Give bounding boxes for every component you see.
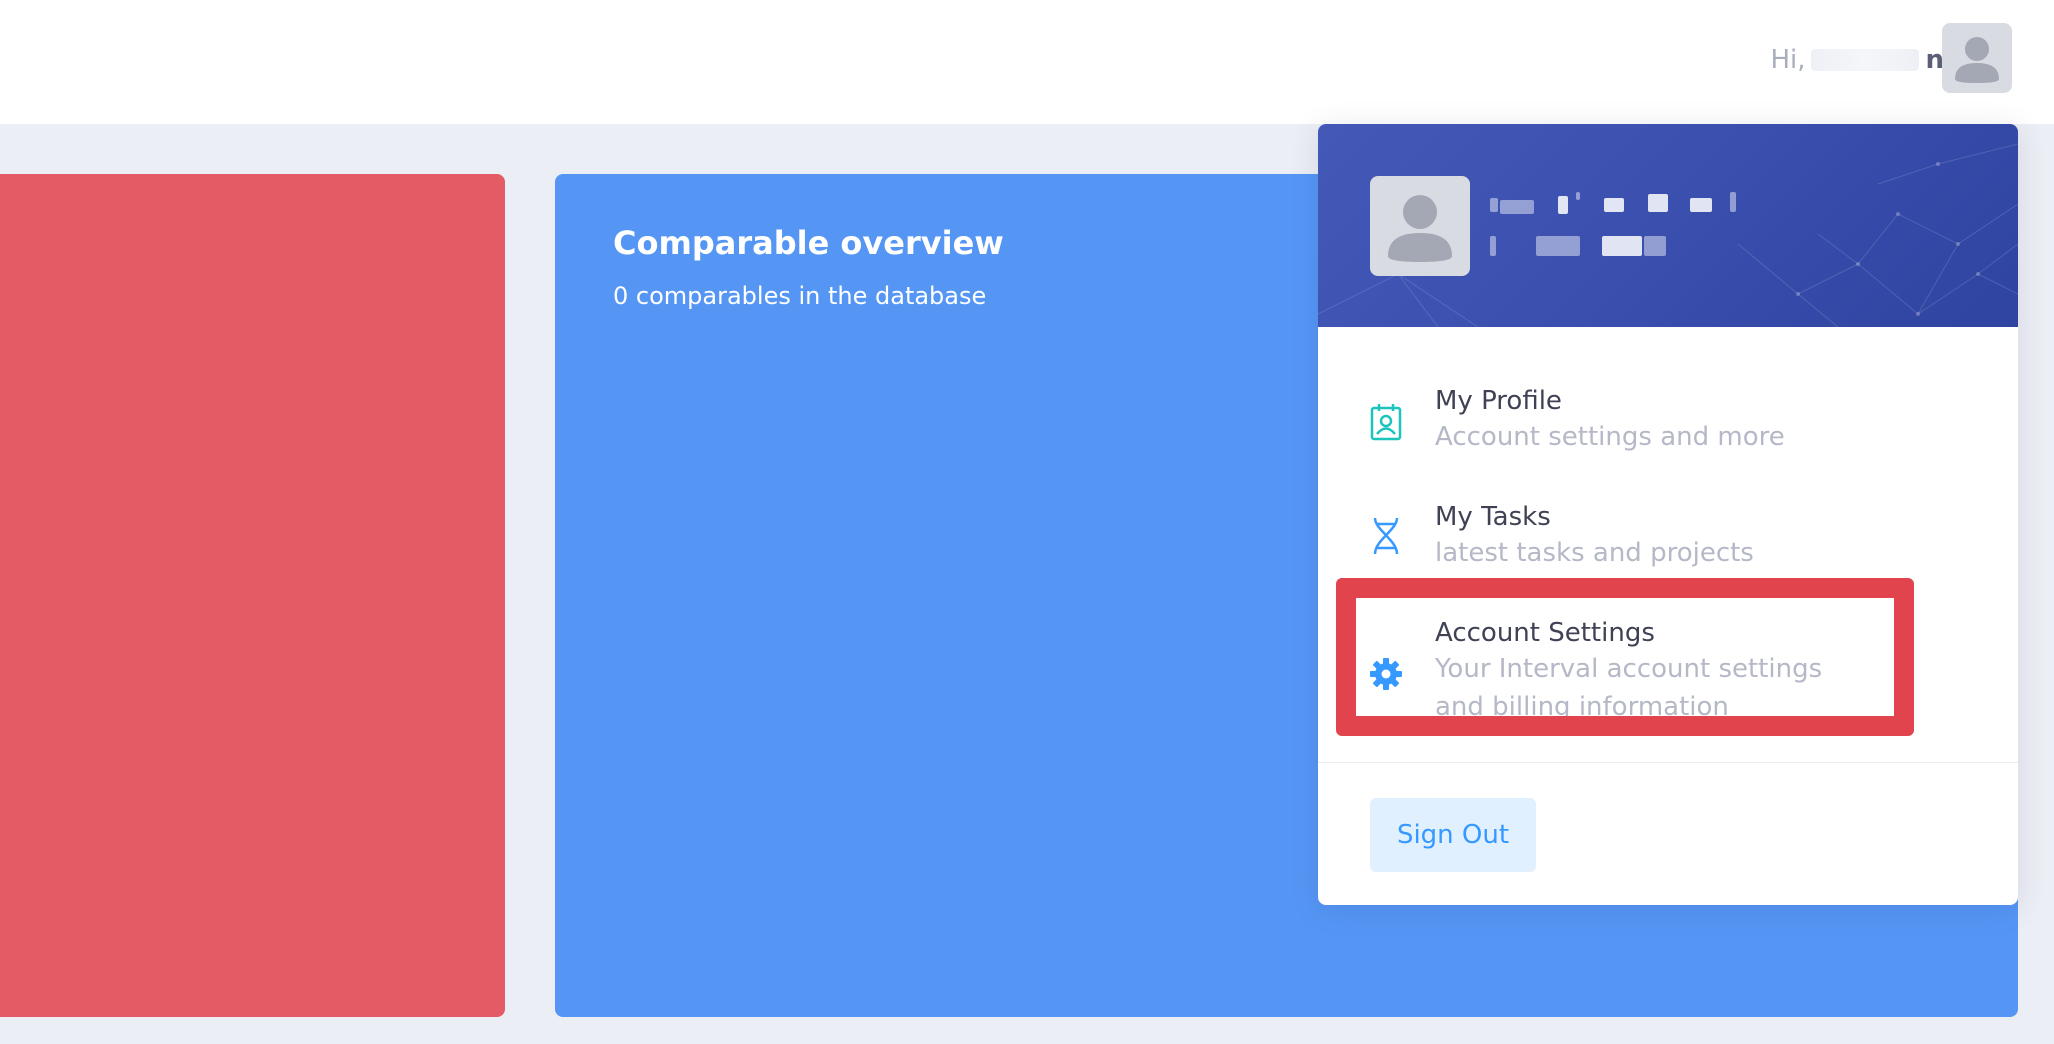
card-title: Comparable overview xyxy=(613,224,1004,262)
dropdown-header xyxy=(1318,124,2018,327)
menu-item-description: Your Interval account settings and billi… xyxy=(1435,650,1895,726)
top-bar: Hi, n xyxy=(0,0,2054,124)
sign-out-button[interactable]: Sign Out xyxy=(1370,798,1536,872)
user-dropdown-menu: My Profile Account settings and more My … xyxy=(1318,124,2018,905)
menu-item-my-tasks[interactable]: My Tasks latest tasks and projects xyxy=(1318,494,2018,584)
menu-item-account-settings[interactable]: Account Settings Your Interval account s… xyxy=(1318,610,2018,740)
menu-item-description-line: Your Interval account settings xyxy=(1435,654,1823,684)
menu-item-title: My Tasks xyxy=(1435,502,1551,532)
menu-item-description: Account settings and more xyxy=(1435,422,1785,452)
gear-icon xyxy=(1368,654,1404,694)
divider xyxy=(1318,762,2018,763)
menu-item-description-line: and billing information xyxy=(1435,692,1729,722)
dropdown-avatar xyxy=(1370,176,1470,276)
avatar-placeholder-icon xyxy=(1955,37,1999,83)
profile-badge-icon xyxy=(1368,402,1404,442)
menu-item-my-profile[interactable]: My Profile Account settings and more xyxy=(1318,378,2018,468)
card-subtitle: 0 comparables in the database xyxy=(613,282,987,310)
user-greeting[interactable]: Hi, n xyxy=(1770,38,1944,82)
user-avatar[interactable] xyxy=(1942,23,2012,93)
avatar-placeholder-icon xyxy=(1388,195,1452,262)
menu-item-title: Account Settings xyxy=(1435,618,1655,648)
menu-item-title: My Profile xyxy=(1435,386,1562,416)
username-redacted xyxy=(1811,49,1920,71)
red-stat-card xyxy=(0,174,505,1017)
menu-item-description: latest tasks and projects xyxy=(1435,538,1754,568)
greeting-prefix: Hi, xyxy=(1770,45,1806,75)
dna-icon xyxy=(1368,516,1404,556)
